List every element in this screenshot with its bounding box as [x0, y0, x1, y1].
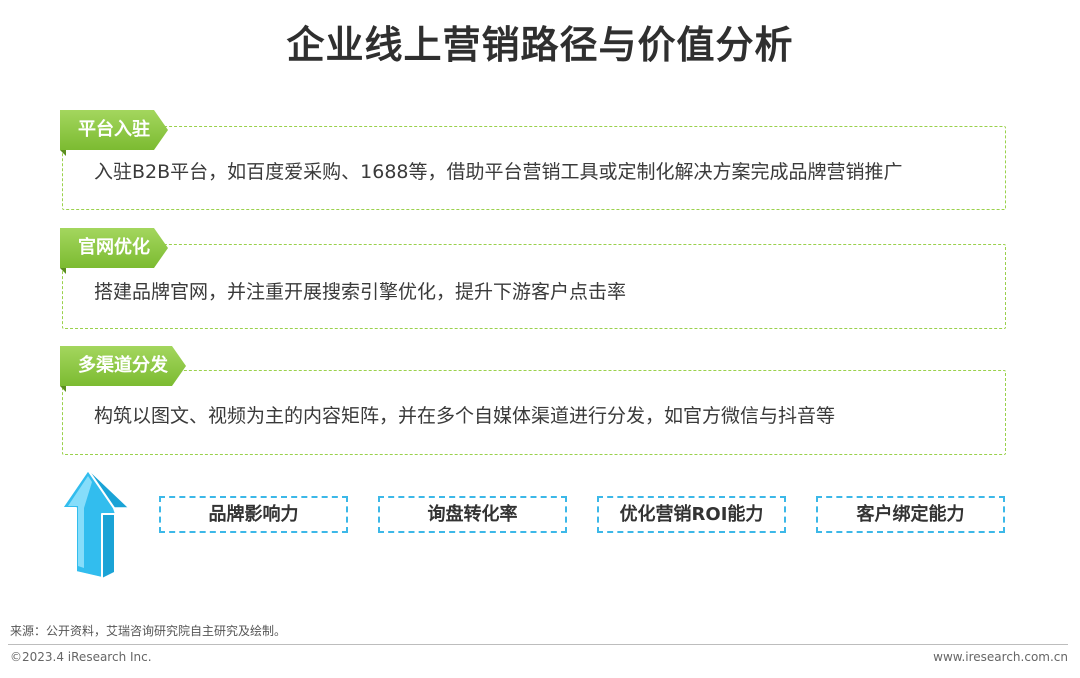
- slide: 企业线上营销路径与价值分析 平台入驻 入驻B2B平台，如百度爱采购、1688等，…: [0, 0, 1080, 678]
- section-website: 官网优化 搭建品牌官网，并注重开展搜索引擎优化，提升下游客户点击率: [60, 228, 1006, 330]
- capability-customer-binding: 客户绑定能力: [816, 496, 1005, 533]
- website-url: www.iresearch.com.cn: [933, 650, 1068, 664]
- tag-fold: [60, 268, 66, 274]
- section-tag: 多渠道分发: [60, 346, 186, 386]
- up-arrow-icon: [58, 468, 132, 579]
- section-multichannel: 多渠道分发 构筑以图文、视频为主的内容矩阵，并在多个自媒体渠道进行分发，如官方微…: [60, 346, 1006, 456]
- section-tag: 平台入驻: [60, 110, 168, 150]
- tag-fold: [60, 150, 66, 156]
- copyright: ©2023.4 iResearch Inc.: [10, 650, 152, 664]
- capability-brand-influence: 品牌影响力: [159, 496, 348, 533]
- footer-divider: [8, 644, 1068, 645]
- section-description: 搭建品牌官网，并注重开展搜索引擎优化，提升下游客户点击率: [94, 281, 627, 303]
- tag-fold: [60, 386, 66, 392]
- section-description: 构筑以图文、视频为主的内容矩阵，并在多个自媒体渠道进行分发，如官方微信与抖音等: [94, 405, 836, 427]
- capability-inquiry-conversion: 询盘转化率: [378, 496, 567, 533]
- capability-roi: 优化营销ROI能力: [597, 496, 786, 533]
- page-title: 企业线上营销路径与价值分析: [286, 23, 794, 67]
- section-tag: 官网优化: [60, 228, 168, 268]
- source-note: 来源：公开资料，艾瑞咨询研究院自主研究及绘制。: [10, 624, 287, 638]
- section-platform: 平台入驻 入驻B2B平台，如百度爱采购、1688等，借助平台营销工具或定制化解决…: [60, 110, 1006, 211]
- section-description: 入驻B2B平台，如百度爱采购、1688等，借助平台营销工具或定制化解决方案完成品…: [94, 161, 903, 183]
